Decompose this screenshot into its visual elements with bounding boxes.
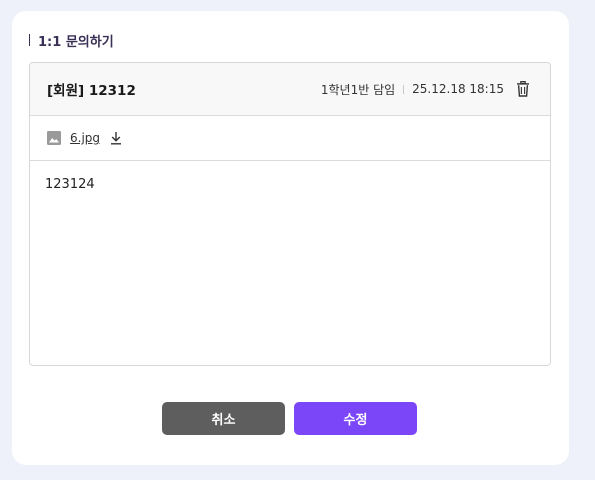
post-title: [회원] 12312 [47, 83, 136, 99]
post-author: 1학년1반 담임 [320, 82, 396, 97]
attachment-row: 6.jpg [30, 116, 550, 161]
attachment-file-link[interactable]: 6.jpg [70, 131, 100, 145]
post-header: [회원] 12312 1학년1반 담임 25.12.18 18:15 [30, 63, 550, 116]
cancel-button[interactable]: 취소 [162, 402, 285, 435]
post-body: 123124 [45, 177, 95, 192]
image-icon [47, 131, 61, 145]
meta-divider [403, 84, 405, 94]
trash-icon[interactable] [516, 81, 530, 97]
title-accent-bar [29, 34, 30, 46]
inquiry-panel: 1:1 문의하기 [회원] 12312 1학년1반 담임 25.12.18 18… [12, 11, 569, 465]
edit-button[interactable]: 수정 [294, 402, 417, 435]
section-title-text: 1:1 문의하기 [38, 34, 114, 50]
post-meta: 1학년1반 담임 25.12.18 18:15 [321, 81, 530, 98]
post-box: [회원] 12312 1학년1반 담임 25.12.18 18:15 6.jpg… [29, 62, 551, 366]
post-datetime: 25.12.18 18:15 [412, 82, 504, 96]
section-title: 1:1 문의하기 [29, 32, 114, 50]
download-icon[interactable] [110, 131, 122, 145]
